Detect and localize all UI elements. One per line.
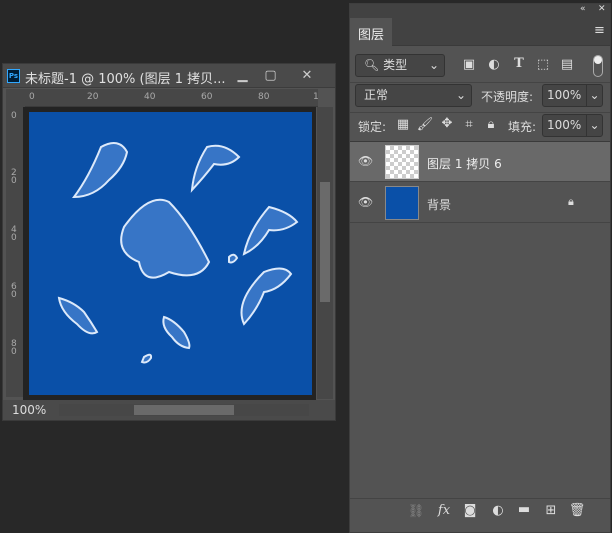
document-window: Ps 未标题-1 @ 100% (图层 1 拷贝... ▁ ▢ ✕ 0 20 4… [2, 63, 336, 421]
ruler-label: 20 [87, 92, 99, 102]
panel-top-strip: « ✕ [350, 4, 610, 18]
ruler-label: 60 [201, 92, 213, 102]
layer-name[interactable]: 背景 [427, 196, 451, 213]
lock-brush-icon[interactable]: 🖌︎ [416, 117, 434, 132]
ruler-label: 1 [313, 92, 319, 102]
layer-name[interactable]: 图层 1 拷贝 6 [427, 155, 502, 172]
filter-adjustment-icon[interactable]: ◐ [485, 57, 503, 72]
filter-toggle[interactable] [593, 55, 603, 77]
status-bar: 100% [3, 400, 335, 420]
fx-icon[interactable]: fx [435, 503, 453, 518]
fill-value: 100% [547, 118, 582, 132]
opacity-label: 不透明度: [481, 90, 534, 104]
lock-label: 锁定: [358, 120, 387, 134]
filter-type-value: 类型 [383, 58, 408, 72]
filter-type-dropdown[interactable]: 🔍︎ 类型 ⌄ [355, 54, 445, 77]
search-icon: 🔍︎ [364, 58, 380, 72]
lock-move-icon[interactable]: ✥ [438, 116, 456, 131]
opacity-value: 100% [547, 88, 582, 102]
scrollbar-thumb[interactable] [320, 182, 330, 302]
filter-type-icon[interactable]: T [510, 56, 528, 71]
panel-menu-icon[interactable]: ≡ [594, 23, 605, 38]
visibility-eye-icon[interactable]: 👁︎ [358, 154, 373, 168]
visibility-eye-icon[interactable]: 👁︎ [358, 195, 373, 209]
filter-pixel-icon[interactable]: ▣ [460, 57, 478, 72]
ruler-vertical[interactable]: 0 2 0 4 0 6 0 8 0 [6, 107, 23, 397]
layer-thumbnail [385, 186, 419, 220]
horizontal-scrollbar[interactable] [59, 404, 309, 416]
panel-tab-bar: 图层 ≡ [350, 18, 610, 47]
add-mask-icon[interactable]: ◙ [461, 503, 479, 518]
canvas-area[interactable] [23, 107, 316, 400]
chevron-down-icon[interactable]: ⌄ [586, 85, 602, 106]
chevron-down-icon: ⌄ [428, 58, 439, 72]
lock-icon: 🔒︎ [568, 195, 574, 208]
adjustment-layer-icon[interactable]: ◐ [489, 503, 507, 518]
new-layer-icon[interactable]: ⊞ [542, 503, 560, 518]
vertical-scrollbar[interactable] [317, 107, 333, 399]
layers-panel: « ✕ 图层 ≡ 🔍︎ 类型 ⌄ ▣ ◐ T ⬚ ▤ 正常 ⌄ 不透明度: 100%… [349, 3, 611, 533]
ruler-origin[interactable] [6, 89, 25, 107]
fill-input[interactable]: 100% ⌄ [542, 114, 603, 137]
lock-transparent-icon[interactable]: ▦ [394, 117, 412, 132]
lock-all-icon[interactable]: 🔒︎ [482, 117, 500, 132]
photoshop-icon: Ps [7, 69, 20, 83]
opacity-input[interactable]: 100% ⌄ [542, 84, 603, 107]
tab-layers[interactable]: 图层 [350, 18, 392, 47]
layer-row[interactable]: 👁︎ 图层 1 拷贝 6 [350, 142, 610, 182]
scrollbar-thumb[interactable] [134, 405, 234, 415]
close-button[interactable]: ✕ [287, 66, 327, 85]
filter-smart-object-icon[interactable]: ▤ [558, 57, 576, 72]
link-layers-icon[interactable]: ⛓︎ [407, 504, 425, 519]
chevron-down-icon: ⌄ [455, 88, 466, 102]
document-title-bar[interactable]: Ps 未标题-1 @ 100% (图层 1 拷贝... ▁ ▢ ✕ [3, 64, 335, 88]
blend-mode-value: 正常 [364, 88, 389, 102]
fill-label: 填充: [508, 120, 537, 134]
ruler-label: 2 0 [11, 168, 17, 186]
minimize-button[interactable]: ▁ [229, 66, 256, 85]
ruler-label: 0 [29, 92, 35, 102]
lock-artboard-icon[interactable]: ⌗ [460, 117, 478, 132]
close-panel-icon[interactable]: ✕ [598, 4, 606, 14]
ruler-horizontal[interactable]: 0 20 40 60 80 1 [25, 89, 319, 107]
group-folder-icon[interactable]: ▬ [515, 502, 533, 517]
layer-thumbnail [385, 145, 419, 179]
ruler-label: 4 0 [11, 225, 17, 243]
ruler-label: 40 [144, 92, 156, 102]
collapse-icon[interactable]: « [580, 4, 586, 14]
zoom-level[interactable]: 100% [12, 403, 46, 417]
layer-row[interactable]: 👁︎ 背景 🔒︎ [350, 183, 610, 223]
chevron-down-icon[interactable]: ⌄ [586, 115, 602, 136]
blend-mode-dropdown[interactable]: 正常 ⌄ [355, 84, 472, 107]
canvas-image[interactable] [29, 112, 312, 395]
document-title: 未标题-1 @ 100% (图层 1 拷贝... [25, 72, 226, 87]
ruler-label: 80 [258, 92, 270, 102]
ruler-label: 6 0 [11, 282, 17, 300]
filter-shape-icon[interactable]: ⬚ [534, 57, 552, 72]
ruler-label: 8 0 [11, 339, 17, 357]
liquid-blobs-artwork [57, 142, 299, 364]
ruler-label: 0 [11, 111, 17, 121]
delete-layer-icon[interactable]: 🗑︎ [568, 503, 586, 518]
maximize-button[interactable]: ▢ [257, 66, 284, 85]
